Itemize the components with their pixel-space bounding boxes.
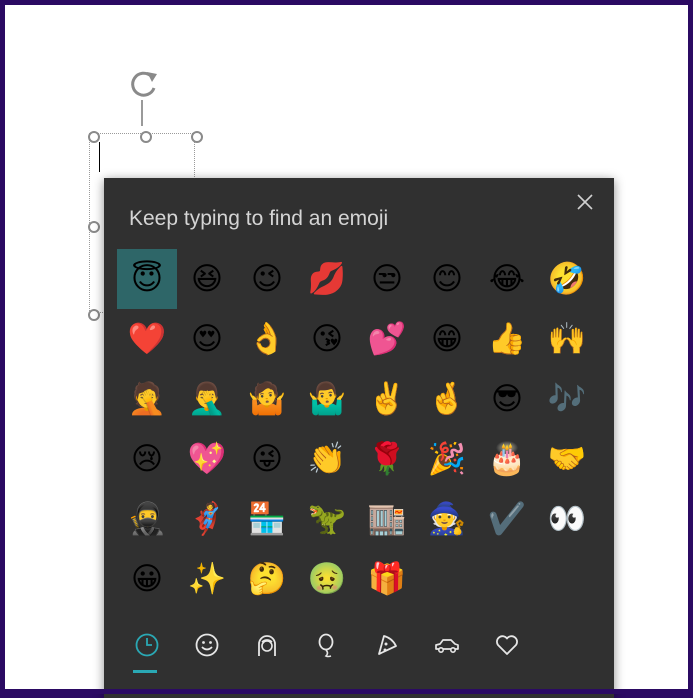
tab-food[interactable] bbox=[357, 617, 417, 673]
resize-handle-bottom-left[interactable] bbox=[88, 309, 100, 321]
emoji-cell[interactable]: 🤷 bbox=[237, 369, 297, 429]
emoji-cell[interactable]: 🏪 bbox=[237, 489, 297, 549]
emoji-cell[interactable]: 💋 bbox=[297, 249, 357, 309]
frame-border bbox=[0, 689, 693, 694]
close-button[interactable] bbox=[572, 189, 598, 215]
emoji-cell[interactable]: 🤦 bbox=[117, 369, 177, 429]
emoji-cell[interactable]: ✌️ bbox=[357, 369, 417, 429]
emoji-cell[interactable]: 🧙 bbox=[417, 489, 477, 549]
tab-celebration[interactable] bbox=[297, 617, 357, 673]
close-icon bbox=[577, 194, 593, 210]
emoji-cell[interactable]: 😀 bbox=[117, 549, 177, 609]
emoji-cell[interactable]: 🎁 bbox=[357, 549, 417, 609]
clock-icon bbox=[135, 633, 159, 657]
heart-icon bbox=[496, 635, 518, 655]
person-icon bbox=[258, 635, 276, 656]
emoji-cell[interactable]: 🤦‍♂️ bbox=[177, 369, 237, 429]
emoji-cell[interactable]: 🤢 bbox=[297, 549, 357, 609]
emoji-cell[interactable]: 🎂 bbox=[477, 429, 537, 489]
emoji-cell[interactable]: 👏 bbox=[297, 429, 357, 489]
resize-handle-top[interactable] bbox=[140, 131, 152, 143]
emoji-cell[interactable]: ✔️ bbox=[477, 489, 537, 549]
emoji-cell[interactable]: 💖 bbox=[177, 429, 237, 489]
emoji-cell[interactable]: 🤞 bbox=[417, 369, 477, 429]
emoji-cell[interactable]: 😊 bbox=[417, 249, 477, 309]
search-prompt[interactable]: Keep typing to find an emoji bbox=[129, 207, 388, 231]
emoji-cell[interactable]: 😆 bbox=[177, 249, 237, 309]
emoji-cell[interactable]: 😍 bbox=[177, 309, 237, 369]
resize-handle-left[interactable] bbox=[88, 221, 100, 233]
resize-handle-top-right[interactable] bbox=[191, 131, 203, 143]
text-caret bbox=[99, 142, 100, 172]
emoji-cell[interactable]: 😒 bbox=[357, 249, 417, 309]
resize-handle-top-left[interactable] bbox=[88, 131, 100, 143]
emoji-cell[interactable]: 🎶 bbox=[537, 369, 597, 429]
category-tabs bbox=[117, 617, 537, 673]
emoji-cell[interactable]: 👌 bbox=[237, 309, 297, 369]
emoji-cell[interactable]: 😉 bbox=[237, 249, 297, 309]
car-icon bbox=[435, 639, 459, 654]
tab-recent[interactable] bbox=[117, 617, 177, 673]
emoji-cell[interactable]: 🎉 bbox=[417, 429, 477, 489]
emoji-cell[interactable]: 😜 bbox=[237, 429, 297, 489]
emoji-cell[interactable]: 👀 bbox=[537, 489, 597, 549]
tab-symbols[interactable] bbox=[477, 617, 537, 673]
emoji-cell[interactable]: 🤣 bbox=[537, 249, 597, 309]
smiley-icon bbox=[195, 633, 219, 657]
rotate-stem bbox=[141, 100, 143, 126]
emoji-cell[interactable]: 😘 bbox=[297, 309, 357, 369]
emoji-cell[interactable]: 😢 bbox=[117, 429, 177, 489]
emoji-cell[interactable]: 😂 bbox=[477, 249, 537, 309]
emoji-cell[interactable]: 🤔 bbox=[237, 549, 297, 609]
emoji-cell[interactable]: 🤝 bbox=[537, 429, 597, 489]
emoji-cell[interactable]: ✨ bbox=[177, 549, 237, 609]
emoji-cell[interactable]: 🥷 bbox=[117, 489, 177, 549]
emoji-cell[interactable]: 🦸 bbox=[177, 489, 237, 549]
emoji-grid: 😇 😆 😉 💋 😒 😊 😂 🤣 ❤️ 😍 👌 😘 💕 😁 👍 🙌 🤦 🤦‍♂️ 🤷 🤷‍♂️ ✌️ 🤞 😎 🎶 😢 💖 😜 👏 🌹 🎉 🎂 🤝… bbox=[117, 249, 597, 609]
emoji-cell[interactable]: 🦖 bbox=[297, 489, 357, 549]
tab-travel[interactable] bbox=[417, 617, 477, 673]
emoji-cell[interactable]: 😁 bbox=[417, 309, 477, 369]
tab-people[interactable] bbox=[237, 617, 297, 673]
emoji-cell[interactable]: 👍 bbox=[477, 309, 537, 369]
emoji-cell[interactable]: 😇 bbox=[117, 249, 177, 309]
emoji-cell[interactable]: ❤️ bbox=[117, 309, 177, 369]
rotate-icon[interactable] bbox=[125, 66, 161, 102]
emoji-cell[interactable]: 🏬 bbox=[357, 489, 417, 549]
tab-smileys[interactable] bbox=[177, 617, 237, 673]
emoji-cell[interactable]: 🤷‍♂️ bbox=[297, 369, 357, 429]
emoji-cell[interactable]: 💕 bbox=[357, 309, 417, 369]
emoji-cell[interactable]: 🌹 bbox=[357, 429, 417, 489]
pizza-icon bbox=[378, 635, 397, 655]
emoji-cell[interactable]: 🙌 bbox=[537, 309, 597, 369]
emoji-cell[interactable]: 😎 bbox=[477, 369, 537, 429]
balloon-icon bbox=[318, 633, 334, 658]
